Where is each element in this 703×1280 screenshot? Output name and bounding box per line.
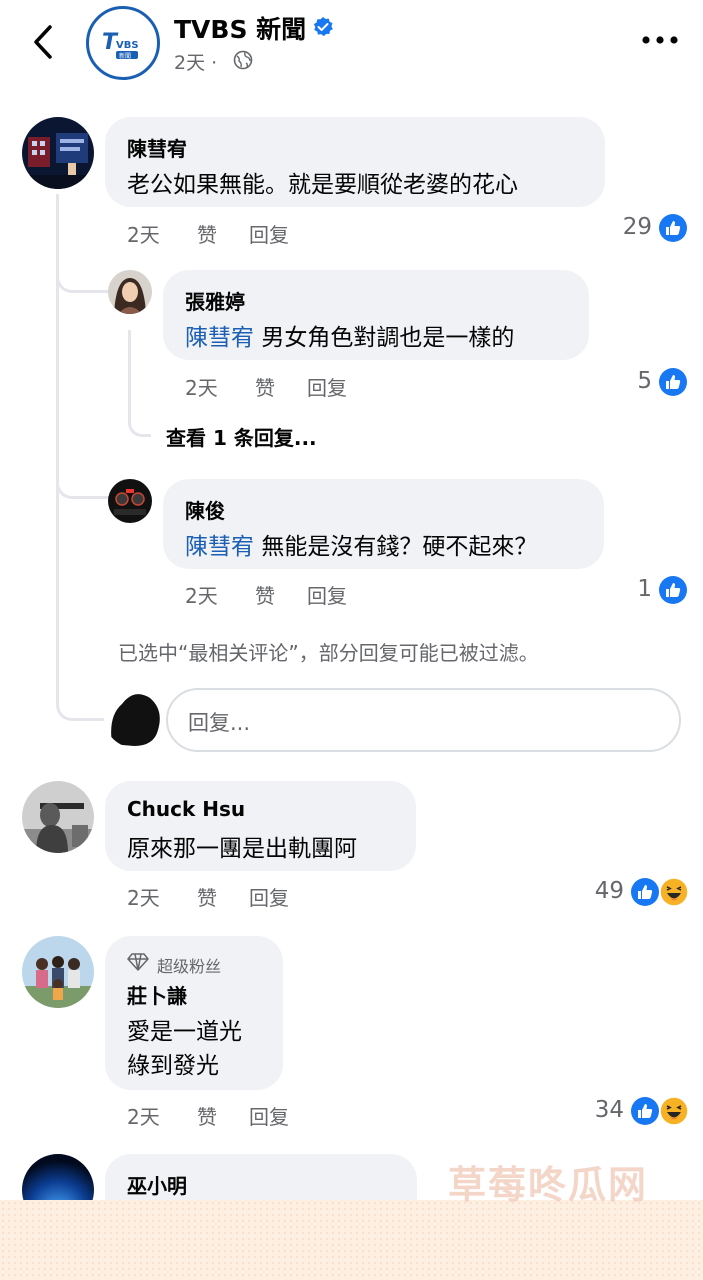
- commenter-avatar[interactable]: [108, 479, 152, 523]
- comment-author[interactable]: 莊卜謙: [127, 980, 187, 1009]
- comment-actions: 2天 赞 回复: [185, 372, 485, 401]
- footer-banner: [0, 1200, 703, 1280]
- top-fan-badge: 超级粉丝: [157, 957, 222, 976]
- comment-time: 2天: [185, 376, 218, 400]
- post-time: 2天 ·: [174, 52, 218, 74]
- avatar-photo: [104, 686, 166, 748]
- reaction-count[interactable]: 34: [572, 1097, 624, 1123]
- comment-text: 綠到發光: [127, 1053, 219, 1079]
- comment-text: 老公如果無能。就是要順從老婆的花心: [127, 172, 518, 198]
- reaction-count[interactable]: 29: [600, 214, 652, 240]
- avatar-photo: [22, 117, 94, 189]
- comment-bubble: 張雅婷 陳彗宥 男女角色對調也是一樣的: [163, 270, 589, 360]
- chevron-left-icon: [34, 25, 52, 59]
- comment-author[interactable]: 張雅婷: [185, 286, 245, 315]
- diamond-icon: [127, 953, 149, 971]
- comment-author[interactable]: 陳俊: [185, 495, 225, 524]
- svg-text:VBS: VBS: [116, 40, 139, 51]
- globe-icon: [233, 50, 253, 70]
- mention-link[interactable]: 陳彗宥: [185, 534, 254, 560]
- reaction-count[interactable]: 5: [600, 368, 652, 394]
- reply-button[interactable]: 回复: [307, 580, 347, 609]
- reply-input[interactable]: 回复...: [166, 688, 681, 752]
- comment-author[interactable]: Chuck Hsu: [127, 797, 245, 821]
- comment-time: 2天: [127, 886, 160, 910]
- like-icon: [659, 214, 687, 242]
- reply-button[interactable]: 回复: [249, 219, 289, 248]
- more-options-button[interactable]: [640, 30, 680, 50]
- comment-time: 2天: [185, 584, 218, 608]
- mention-link[interactable]: 陳彗宥: [185, 325, 254, 351]
- avatar-photo: [22, 936, 94, 1008]
- watermark: 草莓咚瓜网: [448, 1163, 649, 1207]
- haha-icon: [659, 1096, 689, 1126]
- like-button[interactable]: 赞: [255, 580, 275, 609]
- comment-actions: 2天 赞 回复: [127, 219, 427, 248]
- avatar-photo: [22, 781, 94, 853]
- thread-connector: [56, 194, 109, 499]
- comment-time: 2天: [127, 223, 160, 247]
- back-button[interactable]: [26, 22, 62, 62]
- commenter-avatar[interactable]: [108, 270, 152, 314]
- avatar-photo: [108, 270, 152, 314]
- haha-icon: [659, 877, 689, 907]
- reply-button[interactable]: 回复: [307, 372, 347, 401]
- comment-text: 陳彗宥 男女角色對調也是一樣的: [185, 325, 515, 351]
- like-icon: [659, 576, 687, 604]
- comment-text: 陳彗宥 無能是沒有錢？硬不起來？: [185, 534, 538, 560]
- commenter-avatar[interactable]: [22, 117, 94, 189]
- like-button[interactable]: 赞: [197, 219, 217, 248]
- comment-time: 2天: [127, 1105, 160, 1129]
- commenter-avatar[interactable]: [22, 936, 94, 1008]
- avatar-photo: [108, 479, 152, 523]
- tvbs-logo-icon: T VBS 新聞: [95, 15, 151, 71]
- comment-actions: 2天 赞 回复: [127, 882, 427, 911]
- like-icon: [659, 368, 687, 396]
- reply-button[interactable]: 回复: [249, 1101, 289, 1130]
- thread-connector: [128, 330, 151, 437]
- like-button[interactable]: 赞: [255, 372, 275, 401]
- like-icon: [631, 878, 659, 906]
- page-name[interactable]: TVBS 新聞: [174, 10, 306, 46]
- reaction-count[interactable]: 1: [600, 576, 652, 602]
- current-user-avatar: [104, 686, 166, 748]
- like-button[interactable]: 赞: [197, 1101, 217, 1130]
- like-button[interactable]: 赞: [197, 882, 217, 911]
- comment-bubble: Chuck Hsu 原來那一團是出軌團阿: [105, 781, 416, 871]
- comment-bubble: 超级粉丝 莊卜謙 愛是一道光 綠到發光: [105, 936, 283, 1090]
- comment-text: 原來那一團是出軌團阿: [127, 836, 357, 862]
- comment-actions: 2天 赞 回复: [185, 580, 485, 609]
- verified-badge-icon: [313, 17, 333, 37]
- view-more-replies[interactable]: 查看 1 条回复...: [166, 422, 317, 451]
- comment-actions: 2天 赞 回复: [127, 1101, 427, 1130]
- comment-author[interactable]: 巫小明: [127, 1170, 187, 1199]
- like-icon: [631, 1097, 659, 1125]
- comment-text: 愛是一道光: [127, 1019, 242, 1045]
- comment-bubble: 陳俊 陳彗宥 無能是沒有錢？硬不起來？: [163, 479, 604, 569]
- reply-button[interactable]: 回复: [249, 882, 289, 911]
- page-avatar[interactable]: T VBS 新聞: [86, 6, 160, 80]
- commenter-avatar[interactable]: [22, 781, 94, 853]
- more-dots-icon: [642, 36, 678, 44]
- svg-text:新聞: 新聞: [119, 52, 131, 60]
- filter-note: 已选中“最相关评论”，部分回复可能已被过滤。: [118, 641, 539, 665]
- comment-bubble: 陳彗宥 老公如果無能。就是要順從老婆的花心: [105, 117, 605, 207]
- reaction-count[interactable]: 49: [572, 878, 624, 904]
- comment-author[interactable]: 陳彗宥: [127, 133, 187, 162]
